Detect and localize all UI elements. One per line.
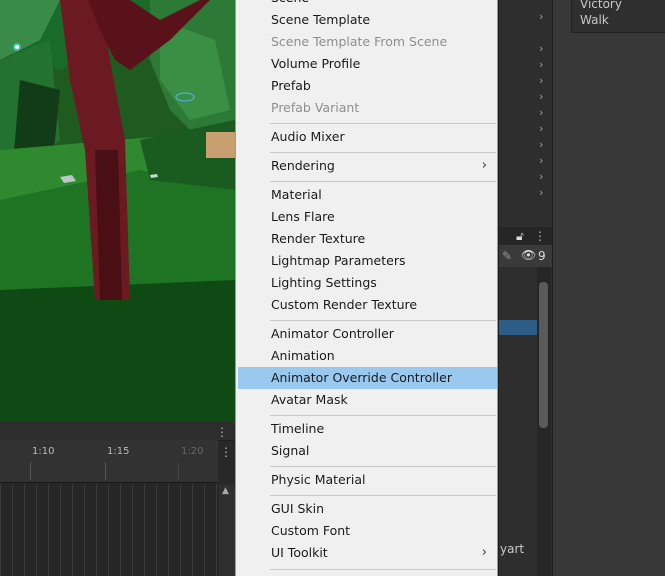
chevron-right-icon[interactable]: › — [539, 58, 543, 71]
timeline-scrollbar[interactable]: ▲ — [219, 484, 235, 576]
menu-item-gui-skin[interactable]: GUI Skin — [238, 498, 497, 520]
menu-separator — [270, 466, 496, 467]
menu-item-rendering[interactable]: Rendering › — [238, 155, 497, 177]
chevron-right-icon[interactable]: › — [539, 186, 543, 199]
timeline-tracks[interactable] — [0, 484, 218, 576]
chevron-right-icon[interactable]: › — [539, 154, 543, 167]
menu-item-audio-mixer[interactable]: Audio Mixer — [238, 126, 497, 148]
menu-item-ui-toolkit[interactable]: UI Toolkit › — [238, 542, 497, 564]
more-options-icon[interactable]: ⋮ — [220, 446, 232, 458]
animation-panel[interactable]: Victory Walk — [552, 0, 665, 576]
more-options-icon[interactable]: ⋮ — [216, 426, 228, 438]
menu-separator — [270, 123, 496, 124]
list-item[interactable]: Walk — [572, 12, 665, 28]
timeline-ruler[interactable]: 1:10 1:15 1:20 ⋮ — [0, 440, 232, 483]
menu-item-render-texture[interactable]: Render Texture — [238, 228, 497, 250]
menu-item-lens-flare[interactable]: Lens Flare — [238, 206, 497, 228]
hierarchy-panel[interactable]: › › › › › › › › › › › 🔓︎ ⋮ ✎ 👁︎ 9 yart — [498, 0, 553, 576]
menu-item-animator-override-controller[interactable]: Animator Override Controller — [238, 367, 497, 389]
scroll-up-icon[interactable]: ▲ — [222, 486, 229, 496]
menu-separator — [270, 495, 496, 496]
menu-item-prefab[interactable]: Prefab — [238, 75, 497, 97]
menu-item-scene[interactable]: Scene — [238, 0, 497, 9]
animation-list[interactable]: Victory Walk — [571, 0, 665, 33]
menu-item-animation[interactable]: Animation — [238, 345, 497, 367]
timeline-header — [0, 422, 235, 441]
timeline-tick: 1:20 — [181, 446, 204, 457]
menu-item-custom-font[interactable]: Custom Font — [238, 520, 497, 542]
edit-icon[interactable]: ✎ — [502, 250, 512, 262]
partial-label: yart — [500, 542, 525, 556]
timeline-tick: 1:15 — [107, 446, 130, 457]
chevron-right-icon[interactable]: › — [539, 170, 543, 183]
menu-item-prefab-variant: Prefab Variant — [271, 100, 360, 115]
menu-item-physic-material[interactable]: Physic Material — [238, 469, 497, 491]
chevron-right-icon: › — [481, 545, 487, 560]
list-item[interactable]: Victory — [572, 0, 665, 12]
menu-item-timeline[interactable]: Timeline — [238, 418, 497, 440]
chevron-right-icon: › — [481, 158, 487, 173]
selected-row[interactable] — [499, 320, 537, 335]
more-options-icon[interactable]: ⋮ — [534, 230, 546, 242]
create-asset-menu[interactable]: Scene Scene Template Scene Template From… — [235, 0, 498, 576]
menu-item-custom-render-texture[interactable]: Custom Render Texture — [238, 294, 497, 316]
menu-item-lighting-settings[interactable]: Lighting Settings — [238, 272, 497, 294]
menu-item-scene-template-from-scene: Scene Template From Scene — [271, 34, 448, 49]
menu-item-volume-profile[interactable]: Volume Profile — [238, 53, 497, 75]
menu-separator — [270, 415, 496, 416]
chevron-right-icon[interactable]: › — [539, 122, 543, 135]
menu-item-avatar-mask[interactable]: Avatar Mask — [238, 389, 497, 411]
menu-item-material[interactable]: Material — [238, 184, 497, 206]
chevron-right-icon[interactable]: › — [539, 138, 543, 151]
menu-separator — [270, 181, 496, 182]
timeline-panel[interactable]: ⋮ 1:10 1:15 1:20 ⋮ ▲ — [0, 422, 235, 576]
count-badge: 9 — [538, 249, 546, 263]
menu-item-signal[interactable]: Signal — [238, 440, 497, 462]
hierarchy-scrollbar[interactable] — [539, 282, 548, 428]
menu-item-scene-template[interactable]: Scene Template — [238, 9, 497, 31]
scene-render — [0, 0, 235, 422]
visibility-icon[interactable]: 👁︎ — [521, 248, 536, 262]
menu-separator — [270, 569, 496, 570]
lock-icon[interactable]: 🔓︎ — [516, 229, 524, 244]
chevron-right-icon[interactable]: › — [539, 106, 543, 119]
chevron-right-icon[interactable]: › — [539, 42, 543, 55]
menu-separator — [270, 152, 496, 153]
scene-view[interactable] — [0, 0, 235, 422]
chevron-right-icon[interactable]: › — [539, 10, 543, 23]
chevron-right-icon[interactable]: › — [539, 74, 543, 87]
menu-item-animator-controller[interactable]: Animator Controller — [238, 323, 497, 345]
chevron-right-icon[interactable]: › — [539, 90, 543, 103]
menu-item-lightmap-parameters[interactable]: Lightmap Parameters — [238, 250, 497, 272]
menu-separator — [270, 320, 496, 321]
timeline-tick: 1:10 — [32, 446, 55, 457]
